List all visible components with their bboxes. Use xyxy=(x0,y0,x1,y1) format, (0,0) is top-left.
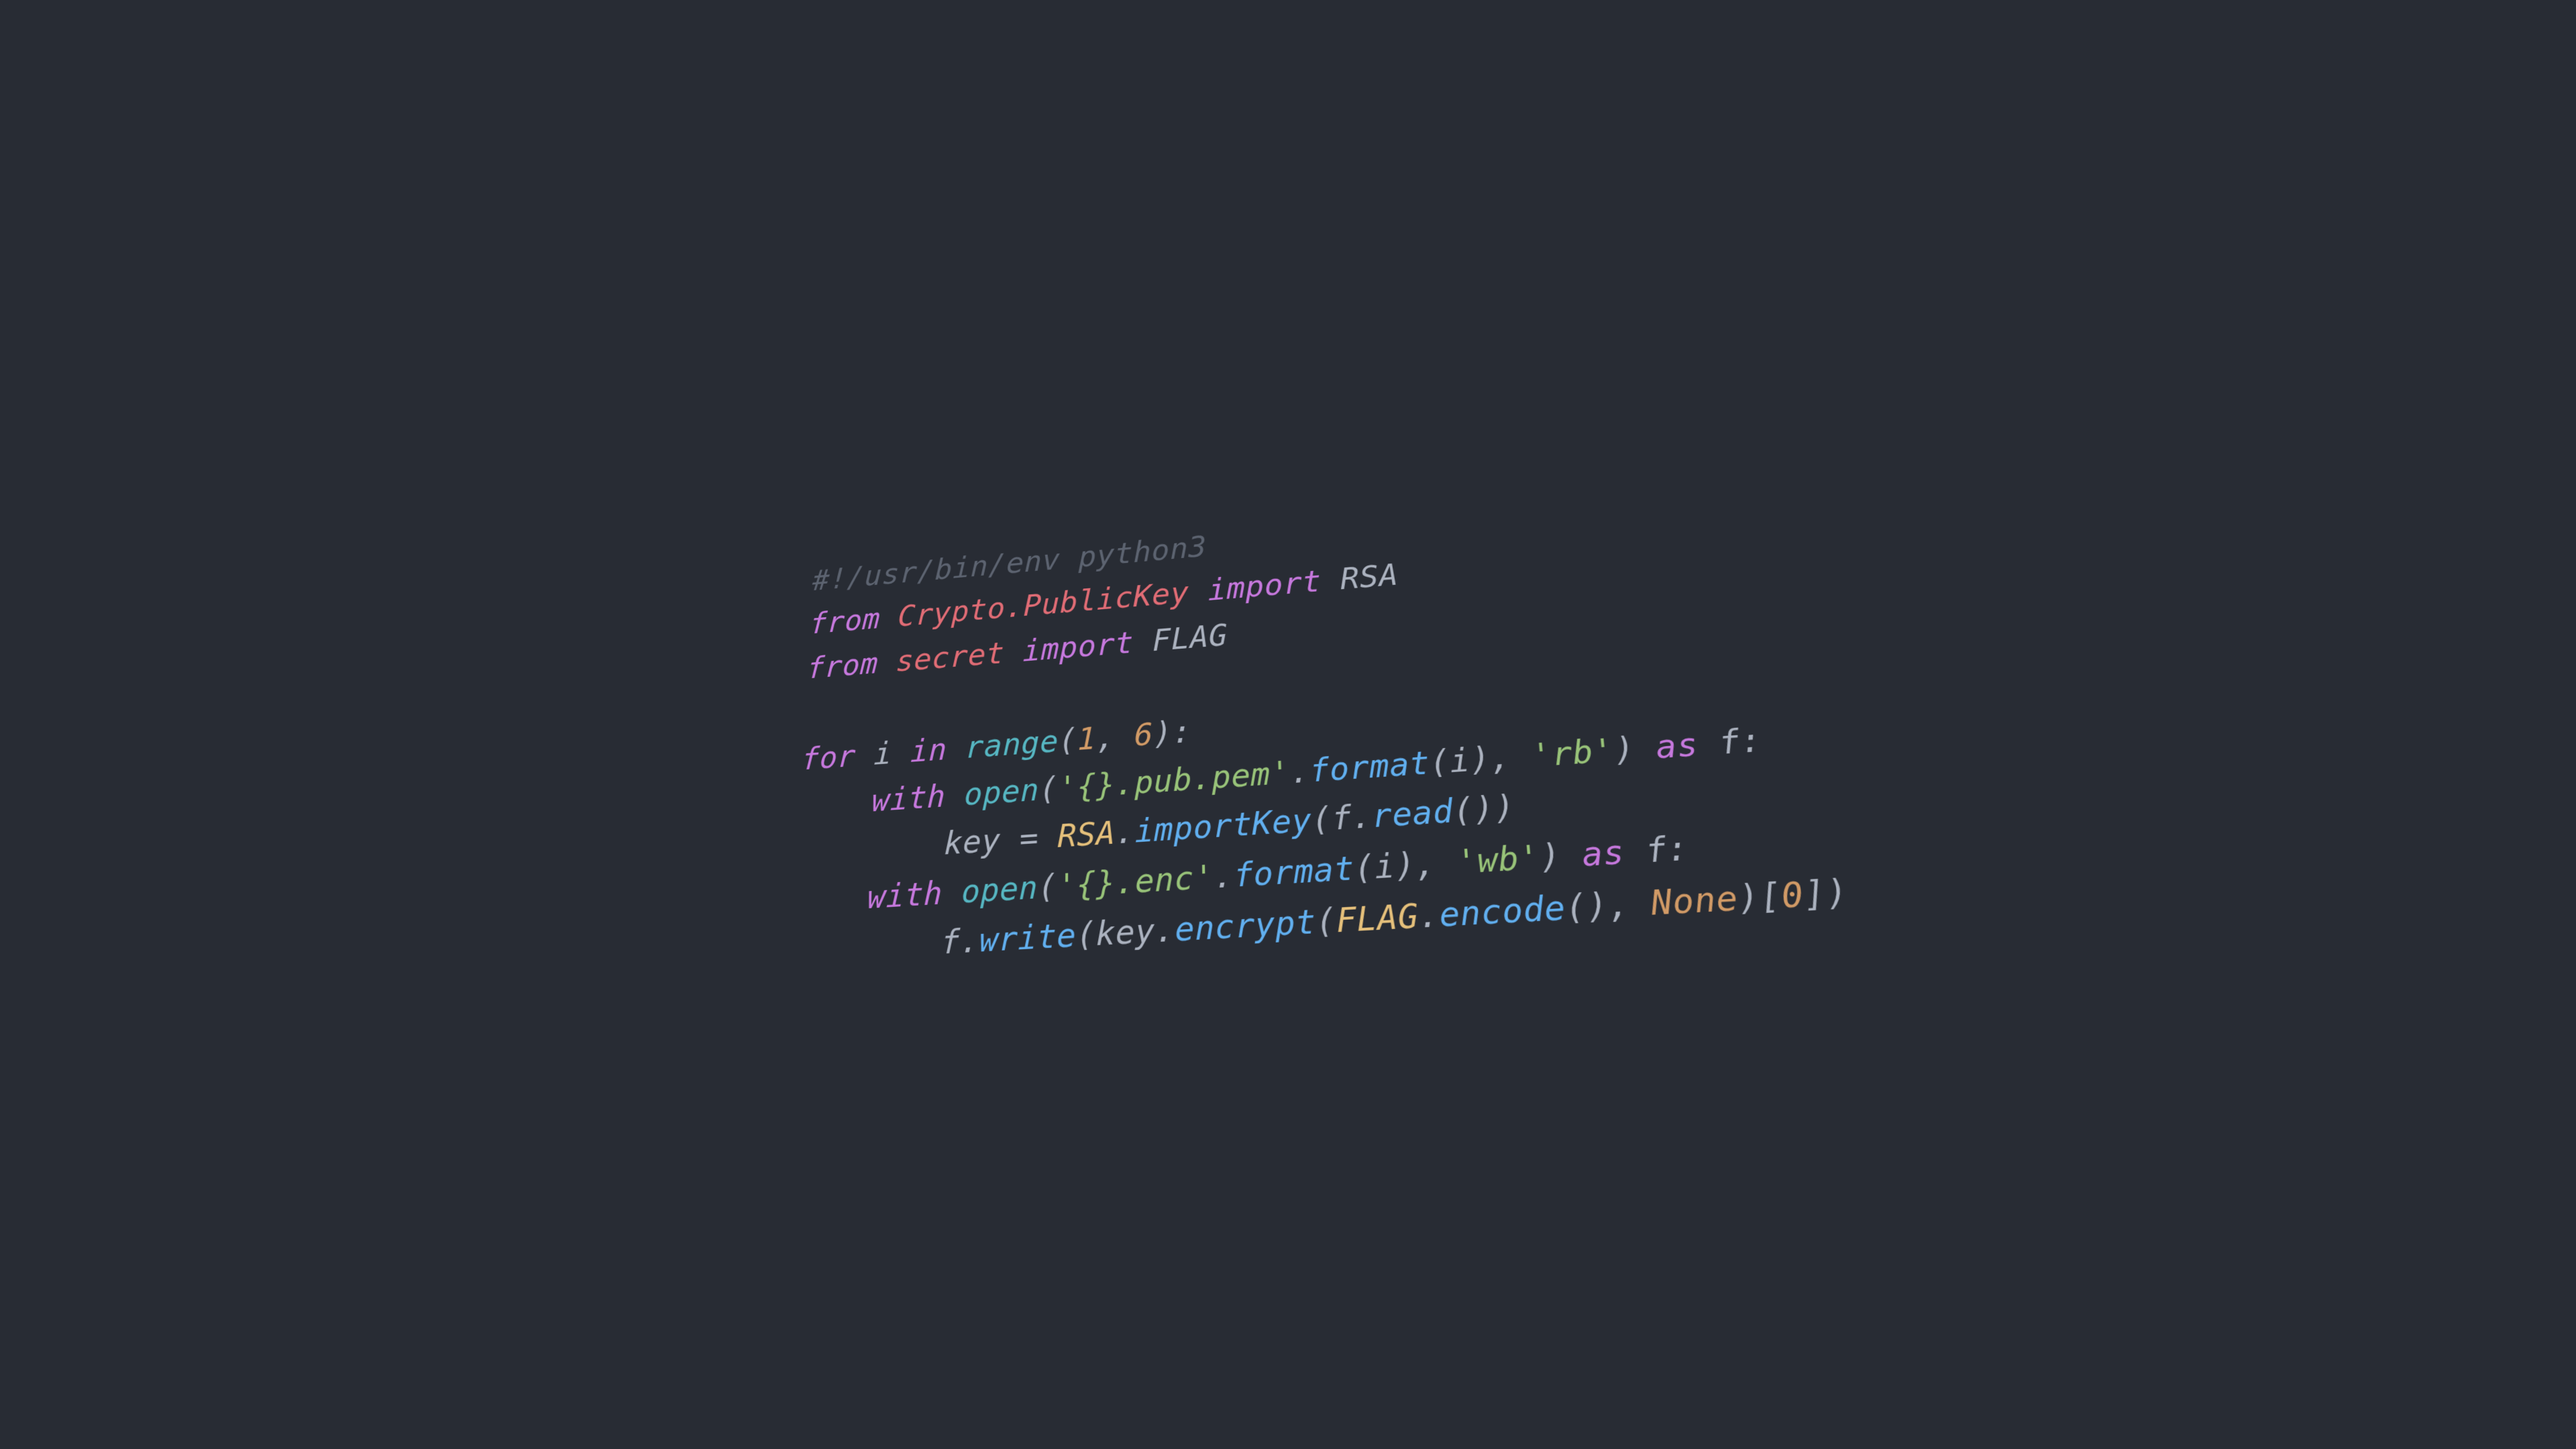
code-token: '{}.pub.pem' xyxy=(1058,755,1291,807)
code-token: . xyxy=(959,922,979,961)
code-token: range xyxy=(965,723,1059,765)
code-token: 6 xyxy=(1134,716,1153,753)
code-token: = xyxy=(1019,820,1038,858)
code-token xyxy=(1004,635,1022,670)
code-token: FLAG xyxy=(1335,897,1419,941)
code-token: . xyxy=(1115,814,1134,852)
code-token: key xyxy=(943,821,1020,863)
code-token: open xyxy=(961,869,1038,911)
code-token: with xyxy=(871,778,946,819)
code-token: for xyxy=(800,739,856,777)
code-token: 1 xyxy=(1077,720,1096,757)
code-token: . xyxy=(1417,896,1440,936)
code-token xyxy=(945,777,964,814)
code-token: . xyxy=(1213,857,1234,896)
code-token: '{}.enc' xyxy=(1057,858,1214,905)
code-block: #!/usr/bin/env python3 from Crypto.Publi… xyxy=(788,472,1851,977)
code-token: RSA xyxy=(1340,558,1399,597)
code-token: as xyxy=(1580,833,1626,875)
code-token: i xyxy=(855,735,911,773)
code-token: as xyxy=(1654,726,1700,767)
code-token xyxy=(879,601,899,636)
code-token: ( xyxy=(1315,902,1337,942)
code-token: . xyxy=(1289,753,1311,792)
code-token: open xyxy=(963,772,1039,813)
code-token xyxy=(947,731,966,767)
code-token: : xyxy=(1737,722,1764,761)
code-token: ( xyxy=(1058,722,1077,759)
code-token: (), xyxy=(1563,883,1652,928)
code-line xyxy=(803,697,805,731)
code-token: with xyxy=(866,875,943,916)
code-token: from xyxy=(806,647,878,686)
code-token xyxy=(877,645,896,680)
code-token: secret xyxy=(895,636,1004,679)
code-token: (i), xyxy=(1353,843,1458,888)
code-token: from xyxy=(808,602,880,641)
code-token: 'rb' xyxy=(1529,732,1615,775)
code-token: f xyxy=(941,923,961,962)
code-token: write xyxy=(979,916,1076,960)
code-token: ) xyxy=(1612,729,1658,769)
code-token: (f. xyxy=(1311,798,1373,840)
code-token: ]) xyxy=(1801,873,1850,916)
code-token xyxy=(1320,563,1341,598)
code-token: import xyxy=(1208,564,1322,608)
code-token: ): xyxy=(1152,714,1191,752)
code-token: format xyxy=(1233,849,1355,895)
code-token xyxy=(942,873,962,912)
code-token: ()) xyxy=(1452,789,1516,831)
code-token: 'wb' xyxy=(1455,838,1541,881)
code-token: encode xyxy=(1438,889,1566,935)
code-token xyxy=(1038,818,1058,857)
code-token: read xyxy=(1371,793,1454,836)
code-token: None xyxy=(1649,879,1740,924)
code-token: format xyxy=(1309,745,1430,790)
code-token: (key. xyxy=(1076,911,1175,955)
code-token: (i), xyxy=(1428,737,1533,782)
code-token: ( xyxy=(1038,771,1058,808)
code-token xyxy=(1133,624,1152,659)
code-token xyxy=(1189,574,1208,610)
code-token: ( xyxy=(1038,867,1057,906)
code-stage: #!/usr/bin/env python3 from Crypto.Publi… xyxy=(788,472,1851,977)
code-token: import xyxy=(1022,625,1134,668)
code-token: ) xyxy=(1538,835,1584,877)
code-token: , xyxy=(1096,718,1134,756)
code-token: : xyxy=(1664,829,1690,869)
code-token: f xyxy=(1622,830,1669,872)
code-token: FLAG xyxy=(1152,618,1228,658)
code-token: f xyxy=(1695,723,1742,764)
code-token: encrypt xyxy=(1175,903,1317,950)
code-token: in xyxy=(910,732,948,769)
code-token: importKey xyxy=(1134,802,1312,851)
code-token: RSA xyxy=(1057,815,1115,856)
code-token: )[ xyxy=(1735,876,1784,919)
